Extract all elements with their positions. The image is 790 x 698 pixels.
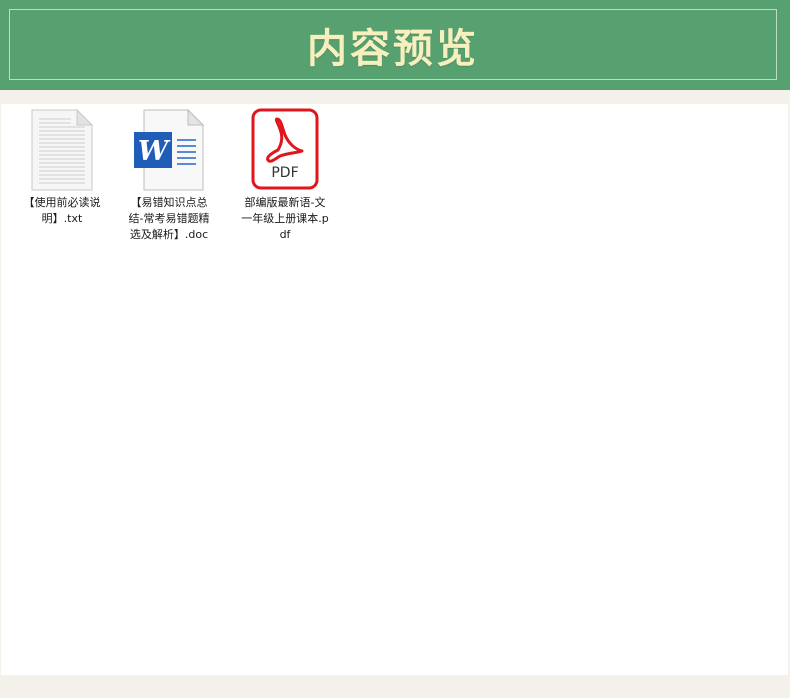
file-item-txt[interactable]: 【使用前必读说明】.txt [17,109,107,227]
file-name-txt: 【使用前必读说明】.txt [23,196,101,225]
file-item-pdf[interactable]: PDF 部编版最新语-文一年级上册课本.pdf [240,107,330,243]
file-name-pdf: 部编版最新语-文一年级上册课本.pdf [241,196,329,241]
separator-strip [0,90,790,104]
file-preview-panel: 【使用前必读说明】.txt W 【易错知识点总结-常考易错题精选及解析】.doc… [1,104,788,675]
pdf-icon-label: PDF [271,165,298,181]
page-title: 内容预览 [307,24,479,72]
pdf-file-icon: PDF [251,108,319,190]
file-item-doc[interactable]: W 【易错知识点总结-常考易错题精选及解析】.doc [124,109,214,243]
banner-frame: 内容预览 [9,9,777,80]
word-doc-icon: W [134,109,205,191]
file-name-doc: 【易错知识点总结-常考易错题精选及解析】.doc [128,196,210,241]
header-banner: 内容预览 [0,0,790,90]
word-icon-letter: W [138,136,171,167]
text-file-icon [31,109,93,191]
footer-strip [0,675,790,698]
